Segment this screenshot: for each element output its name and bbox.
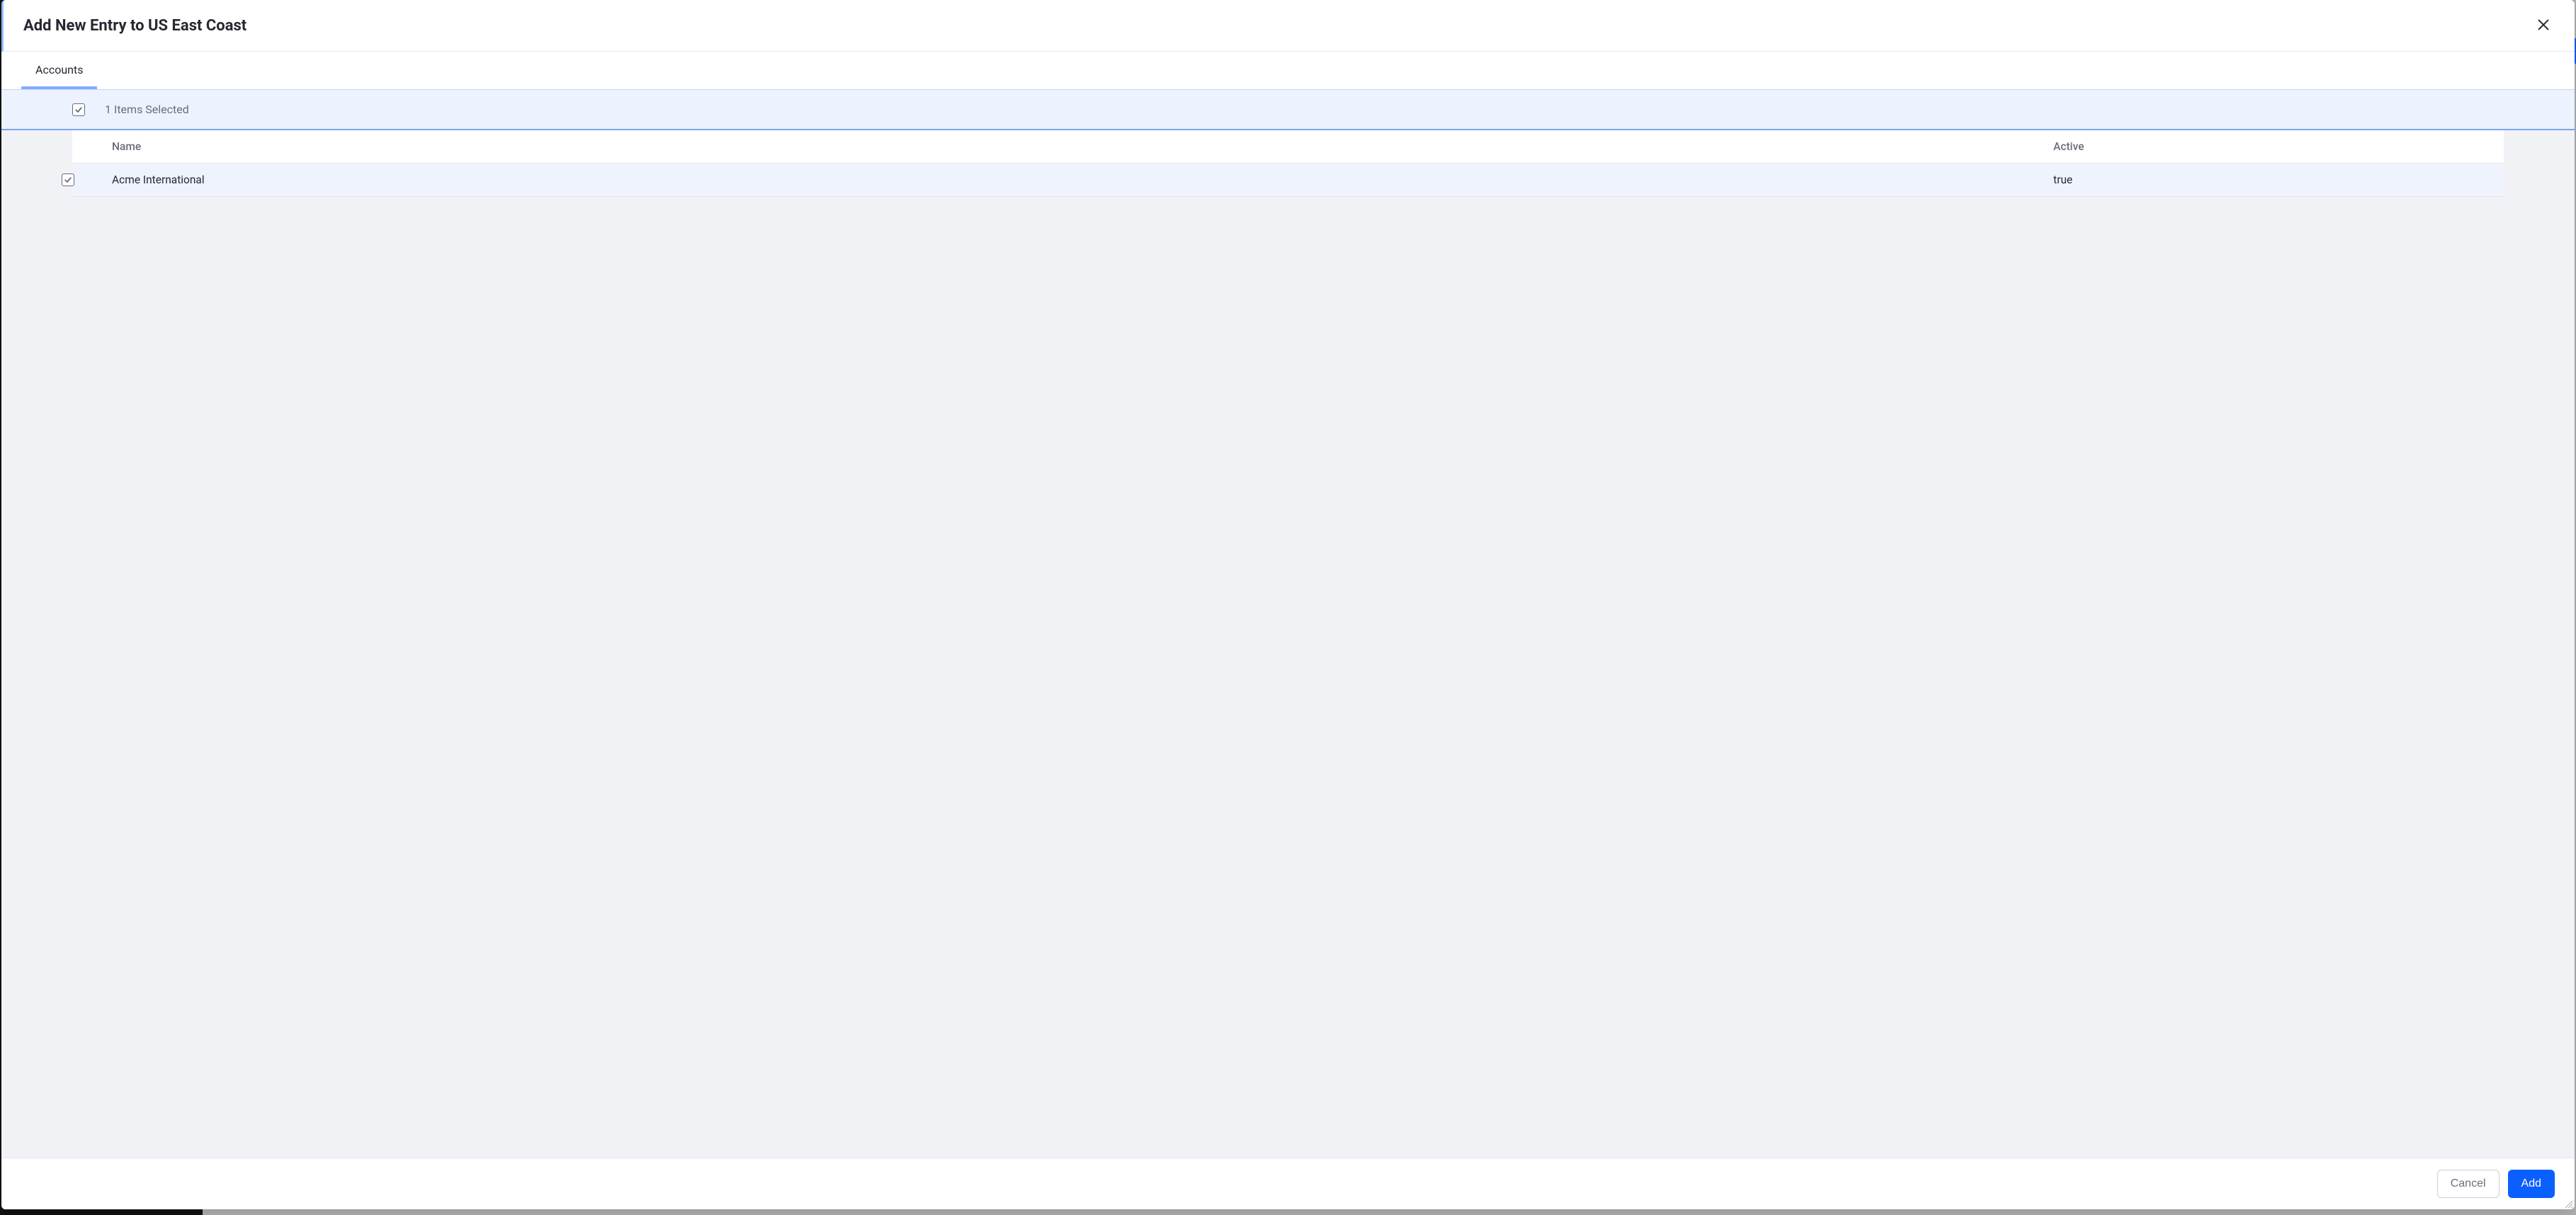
- add-button[interactable]: Add: [2508, 1170, 2555, 1198]
- dialog-footer: Cancel Add: [1, 1158, 2575, 1209]
- selection-bar: 1 Items Selected: [1, 89, 2575, 130]
- dialog: Add New Entry to US East Coast Accounts …: [1, 0, 2575, 1209]
- select-all-checkbox[interactable]: [72, 103, 85, 116]
- tab-label: Accounts: [35, 63, 83, 76]
- row-checkbox-cell: [50, 173, 86, 186]
- cell-name: Acme International: [86, 173, 2050, 186]
- table-header-check: [72, 140, 109, 153]
- selection-count-text: 1 Items Selected: [105, 103, 189, 116]
- dialog-title: Add New Entry to US East Coast: [23, 17, 246, 35]
- cancel-button[interactable]: Cancel: [2437, 1170, 2500, 1198]
- dialog-header: Add New Entry to US East Coast: [1, 0, 2575, 52]
- table-header-row: Name Active: [72, 130, 2504, 164]
- row-checkbox[interactable]: [62, 173, 74, 186]
- cell-active: true: [2050, 173, 2504, 186]
- resize-grip-icon[interactable]: [2563, 1198, 2573, 1208]
- table: Name Active Acme International true: [72, 130, 2504, 197]
- table-row[interactable]: Acme International true: [72, 164, 2504, 197]
- close-icon: [2536, 17, 2551, 35]
- checkbox-checked-icon: [64, 176, 72, 184]
- tab-accounts[interactable]: Accounts: [21, 52, 97, 89]
- close-button[interactable]: [2532, 14, 2555, 37]
- cancel-button-label: Cancel: [2451, 1177, 2486, 1190]
- checkbox-checked-icon: [74, 105, 83, 114]
- tabs: Accounts: [1, 52, 2575, 89]
- column-header-name[interactable]: Name: [109, 140, 2050, 153]
- column-header-active[interactable]: Active: [2050, 140, 2504, 153]
- add-button-label: Add: [2521, 1177, 2541, 1190]
- dialog-body: Name Active Acme International true: [1, 130, 2575, 1158]
